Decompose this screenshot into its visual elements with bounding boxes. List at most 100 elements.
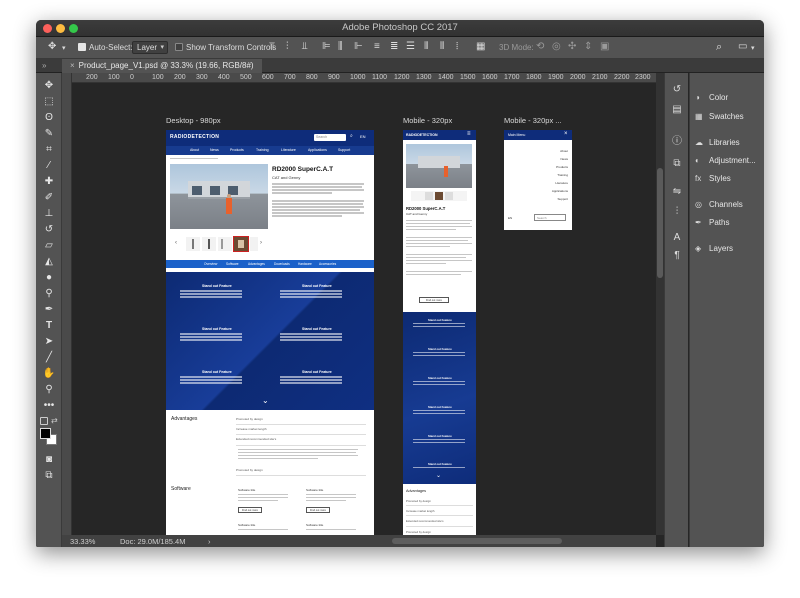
panel-adjustments[interactable]: ◐ Adjustment...	[695, 154, 764, 168]
section-tab[interactable]: Downloads	[274, 262, 290, 266]
panel-channels[interactable]: ◎ Channels	[695, 198, 764, 212]
3d-drag-icon[interactable]: ✣	[568, 42, 576, 52]
advantage-item[interactable]: Extended recommended site's	[236, 437, 276, 441]
info-icon[interactable]: ⓘ	[670, 135, 684, 149]
mobile-scroll-down-chevron-icon[interactable]: ⌄	[436, 472, 441, 479]
panel-layers[interactable]: ◈ Layers	[695, 242, 764, 256]
menu-item[interactable]: Applications	[552, 189, 568, 193]
blur-tool-icon[interactable]: ●	[42, 271, 56, 285]
menu-item[interactable]: About	[560, 149, 568, 153]
site-lang-selector[interactable]: EN	[360, 134, 366, 139]
path-select-tool-icon[interactable]: ➤	[42, 335, 56, 349]
hamburger-menu-icon[interactable]: ≡	[467, 131, 471, 137]
line-tool-icon[interactable]: ╱	[42, 351, 56, 365]
tool-preset-chevron-icon[interactable]: ▾	[62, 44, 66, 54]
quick-select-tool-icon[interactable]: ✎	[42, 127, 56, 141]
align-bottom-icon[interactable]: ⫫	[302, 42, 308, 52]
foreground-color-swatch[interactable]	[40, 428, 51, 439]
healing-brush-tool-icon[interactable]: ✚	[42, 175, 56, 189]
history-icon[interactable]: ↺	[670, 83, 684, 97]
site-nav-item[interactable]: About	[190, 148, 199, 152]
paint-bucket-tool-icon[interactable]: ◭	[42, 255, 56, 269]
align-hcenter-icon[interactable]: ⫼	[338, 42, 343, 52]
3d-rotate-icon[interactable]: ⟲	[536, 42, 544, 52]
menu-item[interactable]: News	[560, 157, 568, 161]
menu-item[interactable]: Support	[557, 197, 568, 201]
eraser-tool-icon[interactable]: ▱	[42, 239, 56, 253]
distribute-bottom-icon[interactable]: ☰	[406, 42, 415, 52]
panel-styles[interactable]: fx Styles	[695, 172, 764, 186]
pen-tool-icon[interactable]: ✒	[42, 303, 56, 317]
advantage-item[interactable]: Extended recommended site's	[406, 519, 444, 523]
distribute-left-icon[interactable]: ⦀	[424, 42, 428, 52]
eyedropper-tool-icon[interactable]: ⁄	[42, 159, 56, 173]
section-tab[interactable]: Accessories	[319, 262, 336, 266]
move-tool-icon[interactable]: ✥	[42, 79, 56, 93]
product-thumbnail[interactable]	[218, 237, 232, 251]
advantage-item[interactable]: Promoted by design	[406, 499, 431, 503]
canvas-area[interactable]: Desktop - 980px Mobile - 320px Mobile - …	[72, 83, 656, 535]
canvas-vertical-scrollbar[interactable]	[656, 73, 664, 535]
product-thumbnail[interactable]	[250, 237, 258, 251]
clone-stamp-tool-icon[interactable]: ⊥	[42, 207, 56, 221]
align-vcenter-icon[interactable]: ⫶	[286, 42, 289, 52]
brush-tool-icon[interactable]: ✐	[42, 191, 56, 205]
thumb-prev-icon[interactable]: ‹	[175, 240, 177, 246]
artboard-label-mobile-menu[interactable]: Mobile - 320px ...	[504, 116, 562, 125]
section-tab[interactable]: Advantages	[248, 262, 265, 266]
section-tab[interactable]: Overview	[204, 262, 217, 266]
section-tab[interactable]: Software	[226, 262, 239, 266]
auto-select-dropdown[interactable]: Layer ▾	[132, 41, 168, 54]
distribute-top-icon[interactable]: ≡	[374, 42, 380, 52]
menu-item[interactable]: Training	[557, 173, 568, 177]
advantage-item[interactable]: Promoted by design	[236, 468, 263, 472]
artboard-label-desktop[interactable]: Desktop - 980px	[166, 116, 221, 125]
character-icon[interactable]: A	[670, 231, 684, 245]
zoom-level[interactable]: 33.33%	[70, 537, 95, 546]
advantage-item[interactable]: Increase market length	[406, 509, 434, 513]
3d-slide-icon[interactable]: ⇕	[584, 42, 592, 52]
mobile-artboard[interactable]: RADIODETECTION ≡ RD2000 SuperC.A.T CAT a…	[403, 130, 476, 535]
search-icon[interactable]: ⌕	[716, 42, 722, 53]
document-tab[interactable]: × Product_page_V1.psd @ 33.3% (19.66, RGB…	[62, 59, 262, 73]
properties-icon[interactable]: ⧉	[670, 157, 684, 171]
history-brush-tool-icon[interactable]: ↺	[42, 223, 56, 237]
default-colors-icon[interactable]	[40, 417, 48, 425]
menu-item[interactable]: Products	[556, 165, 568, 169]
find-out-more-button[interactable]: Find out more	[306, 507, 330, 513]
product-thumbnail[interactable]	[186, 237, 200, 251]
move-tool-icon[interactable]: ✥	[48, 42, 56, 52]
mobile-thumbnails[interactable]	[411, 191, 467, 201]
thumb-next-icon[interactable]: ›	[260, 240, 262, 246]
section-tab[interactable]: Hardware	[298, 262, 312, 266]
distribute-right-icon[interactable]: ⦙	[456, 42, 458, 52]
scrollbar-thumb[interactable]	[657, 168, 663, 278]
site-nav-item[interactable]: Literature	[281, 148, 296, 152]
panel-collapse-icon[interactable]: »	[42, 59, 46, 73]
product-thumbnail[interactable]	[202, 237, 216, 251]
brush-settings-icon[interactable]: ▤	[670, 103, 684, 117]
paragraph-icon[interactable]: ¶	[670, 249, 684, 263]
more-tools-icon[interactable]: •••	[42, 399, 56, 413]
menu-close-icon[interactable]: ×	[564, 131, 568, 137]
distribute-hcenter-icon[interactable]: ⫴	[440, 42, 444, 52]
mobile-menu-artboard[interactable]: Main Menu × About News Products Training…	[504, 130, 572, 230]
align-top-icon[interactable]: ⫪	[269, 42, 275, 52]
3d-roll-icon[interactable]: ◎	[552, 42, 561, 52]
site-nav-item[interactable]: Support	[338, 148, 350, 152]
3d-scale-icon[interactable]: ▣	[600, 42, 609, 52]
swap-colors-icon[interactable]: ⇄	[51, 416, 58, 425]
auto-align-icon[interactable]: ▦	[476, 42, 485, 52]
adjust-sliders-icon[interactable]: ⫶	[670, 205, 684, 219]
dodge-tool-icon[interactable]: ⚲	[42, 287, 56, 301]
panel-libraries[interactable]: ☁ Libraries	[695, 136, 764, 150]
panel-color[interactable]: ◑ Color	[695, 91, 764, 105]
close-tab-icon[interactable]: ×	[70, 61, 75, 70]
type-tool-icon[interactable]: T	[42, 319, 56, 333]
find-out-more-button[interactable]: Find out more	[238, 507, 262, 513]
show-transform-checkbox[interactable]	[175, 43, 183, 51]
mobile-find-out-more-button[interactable]: Find out more	[419, 297, 449, 303]
site-nav-item[interactable]: Products	[230, 148, 244, 152]
distribute-vcenter-icon[interactable]: ≣	[390, 42, 398, 52]
menu-search-input[interactable]: Search	[534, 214, 566, 221]
